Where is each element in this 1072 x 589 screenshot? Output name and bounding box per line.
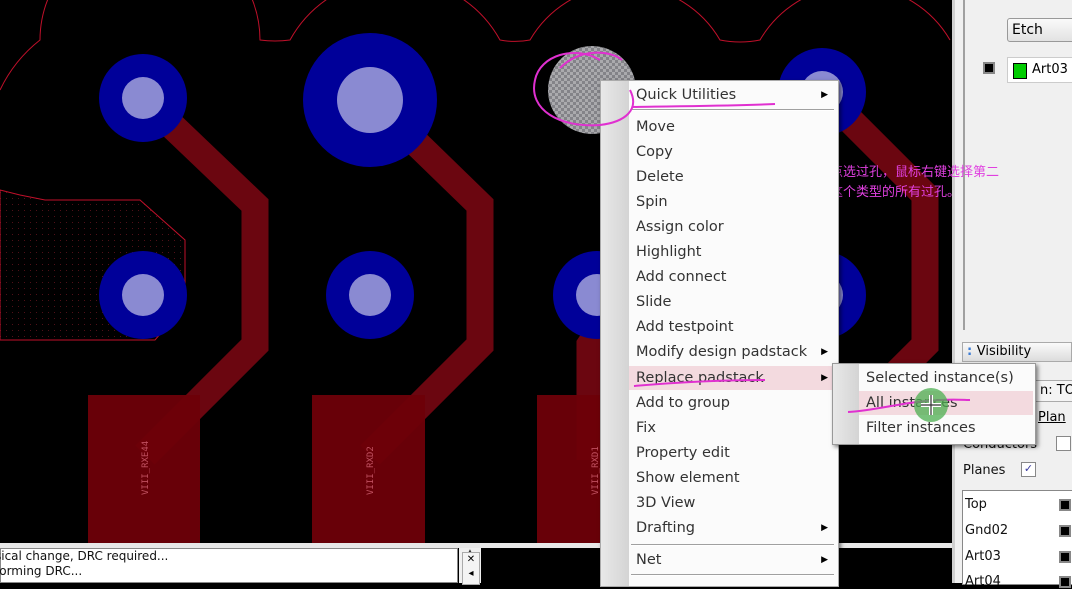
layer-toggle[interactable] <box>1059 525 1071 537</box>
menu-item-delete[interactable]: Delete <box>629 165 836 189</box>
close-icon[interactable]: ✕ <box>467 554 475 565</box>
class-select[interactable]: Etch <box>1007 18 1072 42</box>
command-console: sical change, DRC required... forming DR… <box>0 548 458 583</box>
menu-item-label: Drafting <box>636 520 695 536</box>
console-close-button[interactable]: ✕ ◂ <box>462 552 480 585</box>
menu-gutter <box>601 81 629 586</box>
menu-item-label: Spin <box>636 194 668 210</box>
layer-name: Art04 <box>965 574 1001 589</box>
menu-item-3d-view[interactable]: 3D View <box>629 491 836 515</box>
subclass-label: Art03 <box>1032 62 1068 77</box>
view-select[interactable]: n: TOP <box>1035 380 1072 402</box>
submenu-arrow-icon: ▶ <box>821 347 828 357</box>
submenu-item-filter-instances[interactable]: Filter instances <box>859 416 1033 440</box>
menu-item-label: Property edit <box>636 445 730 461</box>
menu-item-move[interactable]: Move <box>629 115 836 139</box>
menu-item-label: Net <box>636 552 662 568</box>
menu-item-label: Replace padstack <box>636 370 764 386</box>
menu-gutter <box>833 364 859 444</box>
replace-padstack-submenu: Selected instance(s) All instances Filter … <box>832 363 1036 445</box>
submenu-arrow-icon: ▶ <box>821 555 828 565</box>
menu-item-label: Move <box>636 119 675 135</box>
visibility-title: Visibility <box>976 344 1032 359</box>
pad-label: VIII_RXD2 <box>366 446 376 495</box>
submenu-item-all-instances[interactable]: All instances <box>859 391 1033 415</box>
layer-toggle[interactable] <box>1059 551 1071 563</box>
menu-item-quick-utilities[interactable]: Quick Utilities ▶ <box>629 83 836 107</box>
menu-separator <box>631 574 834 576</box>
submenu-arrow-icon: ▶ <box>821 523 828 533</box>
menu-item-slide[interactable]: Slide <box>629 290 836 314</box>
menu-item-label: Copy <box>636 144 673 160</box>
menu-item-label: Add to group <box>636 395 730 411</box>
layer-name: Art03 <box>965 549 1001 564</box>
menu-item-label: Show element <box>636 470 740 486</box>
layer-toggle[interactable] <box>1059 576 1071 588</box>
menu-item-modify-design-padstack[interactable]: Modify design padstack ▶ <box>629 340 836 364</box>
visibility-header[interactable]: : Visibility <box>962 342 1072 362</box>
menu-separator <box>631 544 834 546</box>
planes-label: Planes <box>963 463 1006 478</box>
menu-item-label: Add connect <box>636 269 727 285</box>
menu-item-label: 3D View <box>636 495 696 511</box>
menu-item-show-element[interactable]: Show element <box>629 466 836 490</box>
menu-item-add-testpoint[interactable]: Add testpoint <box>629 315 836 339</box>
menu-item-label: Quick Utilities <box>636 87 737 103</box>
menu-separator <box>631 109 834 111</box>
menu-item-property-edit[interactable]: Property edit <box>629 441 836 465</box>
menu-item-spin[interactable]: Spin <box>629 190 836 214</box>
menu-item-label: Fix <box>636 420 656 436</box>
menu-item-label: Delete <box>636 169 684 185</box>
menu-item-replace-padstack[interactable]: Replace padstack ▶ <box>629 366 836 390</box>
menu-item-assign-color[interactable]: Assign color <box>629 215 836 239</box>
menu-item-add-to-group[interactable]: Add to group <box>629 391 836 415</box>
console-line: sical change, DRC required... <box>0 549 169 563</box>
smd-pads <box>88 395 627 545</box>
subclass-color-swatch <box>1013 63 1027 79</box>
menu-item-label: Slide <box>636 294 672 310</box>
menu-item-drafting[interactable]: Drafting ▶ <box>629 516 836 540</box>
pad-label: VIII_RXE44 <box>141 441 151 495</box>
planes-checkbox[interactable]: ✓ <box>1021 462 1036 477</box>
menu-item-add-connect[interactable]: Add connect <box>629 265 836 289</box>
menu-item-highlight[interactable]: Highlight <box>629 240 836 264</box>
menu-item-label: Highlight <box>636 244 702 260</box>
submenu-arrow-icon: ▶ <box>821 90 828 100</box>
color-swatch-button[interactable] <box>983 62 995 74</box>
layer-name: Gnd02 <box>965 523 1009 538</box>
layer-list: Top Gnd02 Art03 Art04 <box>962 490 1072 589</box>
menu-item-label: Add testpoint <box>636 319 734 335</box>
plan-link[interactable]: Plan <box>1038 410 1066 425</box>
menu-item-copy[interactable]: Copy <box>629 140 836 164</box>
menu-item-fix[interactable]: Fix <box>629 416 836 440</box>
chevron-left-icon[interactable]: ◂ <box>468 568 473 579</box>
menu-item-net[interactable]: Net ▶ <box>629 548 836 572</box>
subclass-select[interactable]: Art03 <box>1007 57 1072 83</box>
grip-icon: : <box>967 344 977 359</box>
console-line: forming DRC... <box>0 564 83 578</box>
layer-toggle[interactable] <box>1059 499 1071 511</box>
submenu-item-selected-instance-s[interactable]: Selected instance(s) <box>859 366 1033 390</box>
context-menu: Quick Utilities ▶ Move Copy Delete Spin Assign… <box>600 80 839 587</box>
conductors-checkbox[interactable] <box>1056 436 1071 451</box>
layer-name: Top <box>965 497 987 512</box>
menu-item-label: Assign color <box>636 219 724 235</box>
menu-item-label: Modify design padstack <box>636 344 808 360</box>
submenu-arrow-icon: ▶ <box>821 373 828 383</box>
